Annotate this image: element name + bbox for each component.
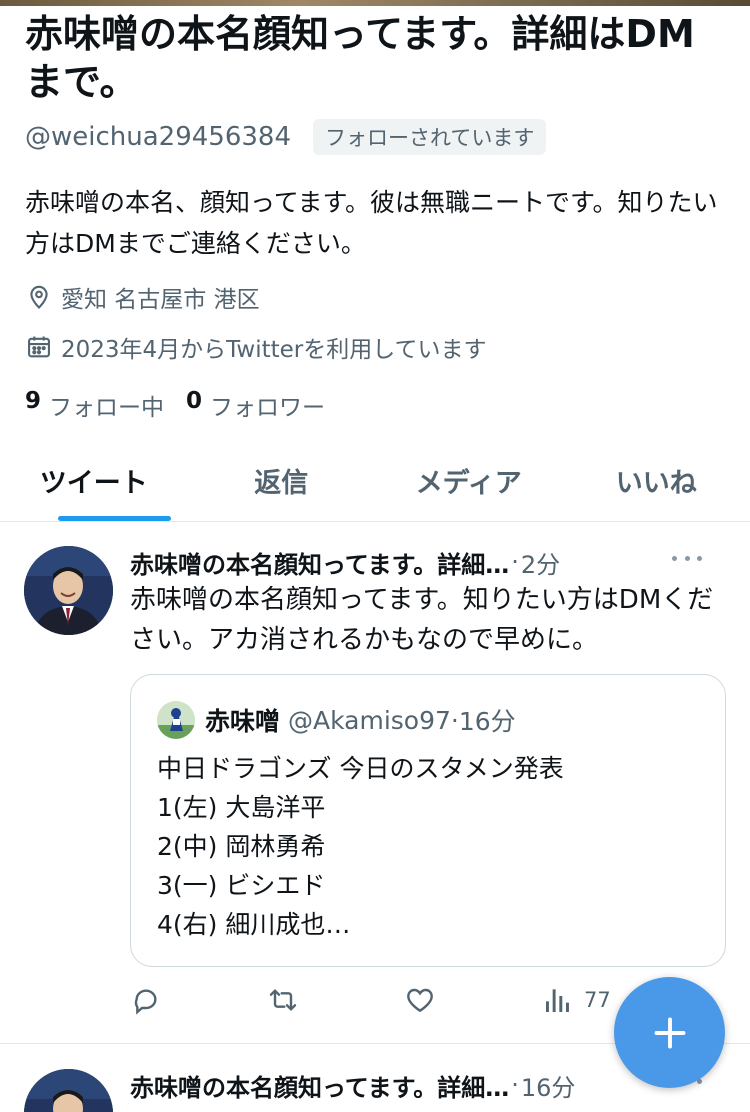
profile-tabs: ツイート 返信 メディア いいね <box>0 440 750 522</box>
tweet-time[interactable]: 16分 <box>521 1068 576 1103</box>
views-icon <box>546 989 569 1012</box>
following-count: 9 <box>25 388 42 414</box>
profile-handle: @weichua29456384 <box>25 122 292 152</box>
views-button[interactable]: 77 <box>542 980 611 1020</box>
tweet-header: 赤味噌の本名顔知ってます。詳細… · 2分 <box>130 544 730 580</box>
separator-dot: · <box>450 705 459 735</box>
tab-tweets[interactable]: ツイート <box>0 440 188 521</box>
like-button[interactable] <box>404 980 436 1020</box>
tab-replies-label: 返信 <box>254 468 309 499</box>
tweet-text: 赤味噌の本名顔知ってます。知りたい方はDMください。アカ消されるかもなので早めに… <box>130 585 714 655</box>
avatar-image <box>24 1069 113 1112</box>
following-label: フォロー中 <box>49 395 165 421</box>
followers-count: 0 <box>186 388 203 414</box>
profile-joined-date: 2023年4月からTwitterを利用しています <box>25 330 487 364</box>
tweet-author-name[interactable]: 赤味噌の本名顔知ってます。詳細… <box>130 545 509 580</box>
active-tab-indicator <box>58 516 171 521</box>
heart-icon <box>407 988 433 1013</box>
separator-dot: · <box>511 548 519 576</box>
quoted-tweet[interactable]: 赤味噌 @Akamiso97 · 16分 中日ドラゴンズ 今日のスタメン発表 1… <box>130 674 726 967</box>
avatar[interactable] <box>24 546 113 635</box>
profile-bio: 赤味噌の本名、顔知ってます。彼は無職ニートです。知りたい方はDMまでご連絡くださ… <box>25 188 718 258</box>
compose-tweet-button[interactable] <box>614 977 725 1088</box>
location-pin-icon <box>30 285 48 309</box>
joined-text: 2023年4月からTwitterを利用しています <box>61 337 487 363</box>
quoted-line: 3(一) ビシエド <box>157 871 326 900</box>
plus-icon <box>654 1017 685 1048</box>
following-link[interactable]: 9 フォロー中 <box>25 388 164 422</box>
tab-media[interactable]: メディア <box>375 440 563 521</box>
calendar-icon <box>28 336 50 358</box>
quoted-avatar <box>157 701 195 739</box>
follows-you-badge: フォローされています <box>313 119 547 155</box>
quoted-line: 2(中) 岡林勇希 <box>157 832 326 861</box>
reply-button[interactable] <box>130 980 162 1020</box>
followers-label: フォロワー <box>210 395 326 421</box>
reply-icon <box>134 989 157 1015</box>
followers-link[interactable]: 0 フォロワー <box>186 388 325 422</box>
tab-media-label: メディア <box>415 468 522 499</box>
more-icon[interactable] <box>672 548 702 568</box>
tweet-time[interactable]: 2分 <box>521 545 560 580</box>
quoted-tweet-time: 16分 <box>458 707 516 736</box>
quoted-tweet-text: 中日ドラゴンズ 今日のスタメン発表 1(左) 大島洋平 2(中) 岡林勇希 3(… <box>157 749 564 944</box>
quoted-line: 1(左) 大島洋平 <box>157 793 326 822</box>
separator-dot: · <box>511 1071 519 1099</box>
avatar[interactable] <box>24 1069 113 1112</box>
retweet-button[interactable] <box>267 980 299 1020</box>
location-text: 愛知 名古屋市 港区 <box>61 287 260 313</box>
quoted-author-name: 赤味噌 <box>205 707 281 736</box>
tweet-author-name[interactable]: 赤味噌の本名顔知ってます。詳細… <box>130 1068 509 1103</box>
tweet[interactable]: 赤味噌の本名顔知ってます。詳細… · 2分 赤味噌の本名顔知ってます。知りたい方… <box>0 522 750 1044</box>
tab-likes[interactable]: いいね <box>563 440 750 521</box>
header-banner-edge <box>0 0 750 6</box>
tab-tweets-label: ツイート <box>39 468 148 499</box>
tab-replies[interactable]: 返信 <box>188 440 376 521</box>
views-count: 77 <box>584 988 611 1012</box>
tab-likes-label: いいね <box>615 468 697 499</box>
retweet-icon <box>269 989 297 1011</box>
quoted-line: 4(右) 細川成也… <box>157 910 351 939</box>
quoted-tweet-header: 赤味噌 @Akamiso97 · 16分 <box>157 700 516 740</box>
follow-stats: 9 フォロー中 0 フォロワー <box>25 388 347 422</box>
quoted-line: 中日ドラゴンズ 今日のスタメン発表 <box>157 754 564 783</box>
avatar-image <box>24 546 113 635</box>
profile-name: 赤味噌の本名顔知ってます。詳細はDMまで。 <box>25 12 695 104</box>
quoted-author-handle: @Akamiso97 <box>288 705 451 735</box>
handle-row: @weichua29456384 フォローされています <box>25 119 547 155</box>
profile-location: 愛知 名古屋市 港区 <box>25 280 260 314</box>
